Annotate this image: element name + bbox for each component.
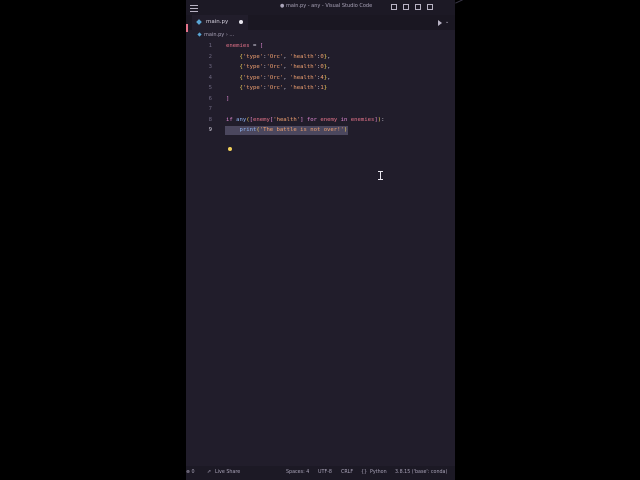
code-text[interactable]: print('The battle is not over!') [226,125,347,136]
play-icon[interactable] [438,20,442,26]
code-line[interactable]: 8 if any([enemy['health'] for enemy in en… [186,115,455,126]
code-text[interactable]: ] [226,94,229,105]
braces-icon: {} [361,470,368,475]
breadcrumb[interactable]: main.py › ... [197,32,234,40]
code-line[interactable]: 5 {'type':'Orc', 'health':1} [186,83,455,94]
indentation-setting[interactable]: Spaces: 4 [286,470,309,475]
line-number: 5 [208,85,212,91]
live-share-button[interactable]: Live Share [215,470,240,475]
code-line[interactable]: 4 {'type':'Orc', 'health':4}, [186,73,455,84]
line-number: 1 [208,43,212,49]
code-text[interactable]: {'type':'Orc', 'health':0}, [226,52,330,63]
eol-setting[interactable]: CRLF [341,470,353,475]
tab-bar: main.py [186,15,455,30]
code-editor[interactable]: 1 enemies = [2 {'type':'Orc', 'health':0}… [186,41,455,461]
tab-label: main.py [206,19,229,25]
tab-main-py[interactable]: main.py [192,15,248,30]
window-title: ● main.py - any - Visual Studio Code [280,3,373,9]
python-interpreter[interactable]: 3.8.15 ('base': conda) [395,470,447,475]
code-line[interactable]: 6] [186,94,455,105]
code-line[interactable]: 1 enemies = [ [186,41,455,52]
python-file-icon [197,32,202,37]
line-number: 7 [208,106,212,112]
line-number: 8 [208,116,212,123]
code-line[interactable]: 3 {'type':'Orc', 'health':0}, [186,62,455,73]
encoding-setting[interactable]: UTF-8 [318,470,332,475]
line-number: 9 [208,127,212,133]
breadcrumb-file[interactable]: main.py [204,32,224,38]
lightbulb-icon[interactable] [228,147,232,151]
code-text[interactable]: {'type':'Orc', 'health':0}, [226,62,330,73]
customize-layout-icon[interactable] [427,4,433,10]
problems-indicator[interactable]: ⊗ 0 [186,470,195,475]
toggle-sidebar-icon[interactable] [391,4,397,10]
line-number: 6 [208,95,212,102]
code-line[interactable]: 9 print('The battle is not over!') [186,125,455,136]
unsaved-dot-icon[interactable] [239,20,243,24]
code-text[interactable]: {'type':'Orc', 'health':1} [226,83,327,94]
language-mode[interactable]: Python [370,470,387,475]
code-text[interactable]: if any([enemy['health'] for enemy in ene… [226,115,384,126]
chevron-down-icon[interactable]: ⌄ [445,19,449,25]
vscode-window: ● main.py - any - Visual Studio Code mai… [186,0,455,480]
code-line[interactable]: 7 [186,104,455,115]
code-text[interactable]: {'type':'Orc', 'health':4}, [226,73,330,84]
breadcrumb-rest[interactable]: › ... [226,32,234,38]
python-file-icon [196,19,202,25]
line-number: 3 [208,64,212,70]
hamburger-menu-icon[interactable] [190,3,198,12]
toggle-secondary-sidebar-icon[interactable] [415,4,421,10]
code-line[interactable]: 2 {'type':'Orc', 'health':0}, [186,52,455,63]
scroll-hint [455,0,467,4]
title-bar: ● main.py - any - Visual Studio Code [186,0,455,15]
activity-indicator [186,24,188,32]
live-share-icon[interactable]: ⇗ [207,470,211,475]
text-cursor-icon [378,171,383,180]
line-number: 2 [208,53,212,60]
toggle-panel-icon[interactable] [403,4,409,10]
code-text[interactable]: enemies = [ [226,41,263,52]
status-bar: ⊗ 0 ⇗ Live Share Spaces: 4 UTF-8 CRLF {}… [186,466,455,480]
line-number: 4 [208,74,212,81]
